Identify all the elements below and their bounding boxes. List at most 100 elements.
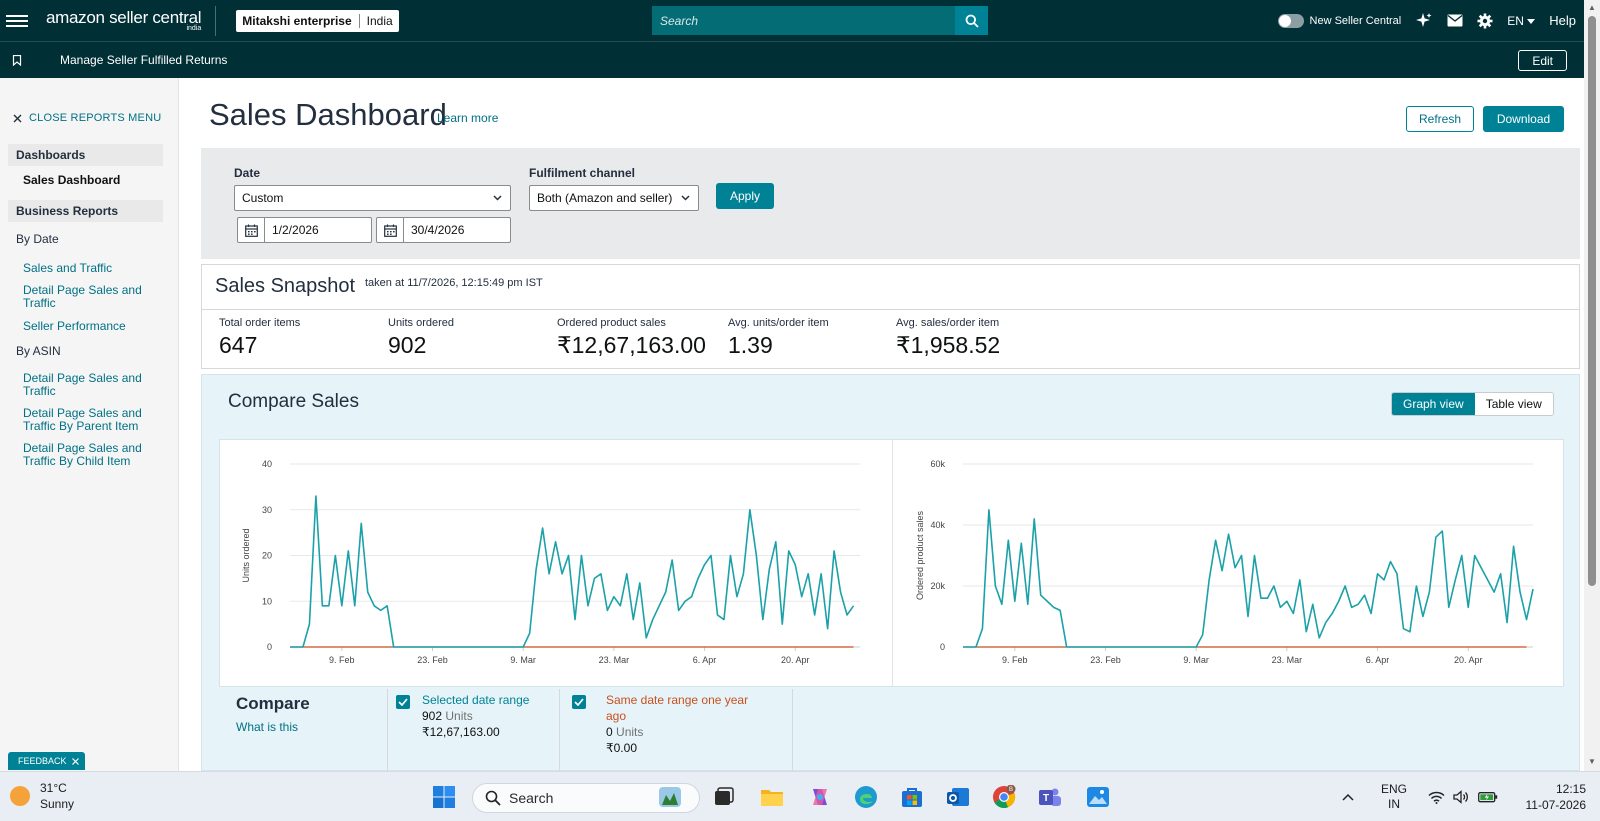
sidebar-item-sales-and-traffic[interactable]: Sales and Traffic (23, 262, 163, 275)
metric-label: Ordered product sales (557, 317, 666, 329)
x-tick-label: 20. Apr (1454, 655, 1483, 665)
taskbar-search-label: Search (509, 790, 554, 806)
outlook-icon[interactable] (946, 785, 970, 809)
battery-charging-icon[interactable] (1478, 791, 1498, 803)
menu-icon[interactable] (6, 14, 28, 27)
selected-range-checkbox[interactable] (396, 695, 410, 709)
search-icon (485, 790, 501, 806)
filter-panel: Date Custom 1/2/2026 30/4/2026 Fulfilmen… (201, 148, 1580, 259)
search-highlight-icon[interactable] (658, 785, 682, 809)
compare-legend: Compare What is this Selected date range… (202, 689, 1579, 772)
edit-bookmarks-button[interactable]: Edit (1518, 50, 1567, 71)
sidebar-item-asin-detail-page[interactable]: Detail Page Sales and Traffic (23, 372, 163, 398)
metric-label: Units ordered (388, 317, 455, 329)
sparkle-icon[interactable] (1415, 12, 1433, 30)
nav-right-group: New Seller Central EN Help (1277, 0, 1576, 41)
sidebar-item-seller-performance[interactable]: Seller Performance (23, 320, 163, 333)
mail-icon[interactable] (1447, 14, 1463, 27)
manage-returns-link[interactable]: Manage Seller Fulfilled Returns (60, 53, 227, 67)
end-date-input[interactable]: 30/4/2026 (376, 217, 511, 243)
store-switcher[interactable]: Mitakshi enterprise India (236, 9, 399, 32)
feedback-button[interactable]: FEEDBACK (8, 752, 85, 770)
selected-range-sales: ₹12,67,163.00 (422, 725, 500, 739)
teams-icon[interactable]: T (1038, 785, 1062, 809)
x-tick-label: 23. Feb (417, 655, 448, 665)
x-tick-label: 20. Apr (781, 655, 810, 665)
volume-icon[interactable] (1453, 790, 1470, 804)
graph-view-button[interactable]: Graph view (1392, 393, 1475, 415)
edge-browser-icon[interactable] (854, 785, 878, 809)
bookmark-icon[interactable] (12, 54, 22, 66)
metric-label: Total order items (219, 317, 301, 329)
windows-start-icon[interactable] (432, 785, 456, 809)
calendar-icon[interactable] (238, 218, 265, 242)
prior-year-summary: Same date range one year ago 0 Units ₹0.… (606, 692, 756, 756)
copilot-icon[interactable] (808, 785, 832, 809)
wifi-icon[interactable] (1428, 791, 1445, 804)
view-toggle: Graph view Table view (1391, 392, 1554, 416)
metric-avg-units-per-order: Avg. units/order item 1.39 (728, 317, 829, 359)
photos-icon[interactable] (1086, 785, 1110, 809)
sidebar-item-asin-by-child[interactable]: Detail Page Sales and Traffic By Child I… (23, 442, 163, 468)
x-tick-label: 23. Feb (1090, 655, 1121, 665)
sidebar-item-sales-dashboard[interactable]: Sales Dashboard (23, 173, 120, 187)
table-view-button[interactable]: Table view (1475, 393, 1553, 415)
scroll-down-icon[interactable]: ▼ (1588, 757, 1596, 766)
new-seller-central-toggle[interactable]: New Seller Central (1277, 13, 1401, 28)
fulfilment-channel-value: Both (Amazon and seller) (537, 191, 673, 205)
search-icon (965, 14, 979, 28)
page-scrollbar[interactable]: ▲ ▼ (1584, 0, 1600, 771)
scroll-up-icon[interactable]: ▲ (1588, 3, 1596, 12)
metric-units-ordered: Units ordered 902 (388, 317, 454, 359)
selected-units-value: 902 (422, 709, 443, 723)
feedback-label: FEEDBACK (18, 756, 67, 766)
learn-more-link[interactable]: Learn more (437, 111, 498, 125)
close-icon[interactable] (71, 757, 79, 765)
metric-value: ₹12,67,163.00 (557, 332, 706, 358)
snapshot-title: Sales Snapshot (215, 275, 356, 297)
fulfilment-channel-select[interactable]: Both (Amazon and seller) (529, 185, 699, 211)
language-code: EN (1507, 13, 1524, 28)
start-date-input[interactable]: 1/2/2026 (237, 217, 372, 243)
file-explorer-icon[interactable] (760, 785, 784, 809)
sidebar-item-detail-page-sales-traffic[interactable]: Detail Page Sales and Traffic (23, 284, 163, 310)
close-reports-menu-button[interactable]: CLOSE REPORTS MENU (13, 112, 161, 124)
date-range-select[interactable]: Custom (234, 185, 511, 211)
refresh-button[interactable]: Refresh (1406, 106, 1474, 132)
toggle-switch (1277, 13, 1304, 28)
sidebar-item-asin-by-parent[interactable]: Detail Page Sales and Traffic By Parent … (23, 407, 163, 433)
microsoft-store-icon[interactable] (900, 785, 924, 809)
language-selector[interactable]: EN (1507, 13, 1536, 28)
close-icon (13, 114, 22, 122)
metric-value: ₹1,958.52 (896, 332, 1001, 358)
sun-icon (10, 786, 30, 806)
prior-year-units: 0 Units (606, 724, 756, 740)
y-axis-title: Units ordered (241, 528, 251, 582)
apply-button[interactable]: Apply (716, 183, 774, 209)
by-asin-label: By ASIN (16, 344, 61, 358)
chevron-up-icon[interactable] (1342, 793, 1354, 801)
help-link[interactable]: Help (1549, 13, 1576, 28)
prior-year-checkbox[interactable] (572, 695, 586, 709)
weather-widget[interactable]: 31°C Sunny (10, 780, 74, 812)
language-top: ENG (1381, 782, 1408, 796)
system-clock[interactable]: 12:15 11-07-2026 (1526, 781, 1587, 813)
seller-central-logo[interactable]: amazon seller central india (46, 5, 217, 36)
x-tick-label: 9. Feb (329, 655, 355, 665)
by-date-label: By Date (16, 232, 59, 246)
gear-icon[interactable] (1477, 13, 1493, 29)
task-view-icon[interactable] (712, 785, 736, 809)
what-is-this-link[interactable]: What is this (236, 720, 298, 734)
search-button[interactable] (955, 6, 988, 35)
calendar-icon[interactable] (377, 218, 404, 242)
compare-heading: Compare (236, 694, 310, 713)
download-button[interactable]: Download (1483, 106, 1564, 132)
input-language-indicator[interactable]: ENG IN (1381, 772, 1407, 821)
units-ordered-chart: 0 10 20 30 40 9. Feb 23. Feb 9. Mar 23. Mar 6. Ap… (241, 459, 860, 665)
sales-snapshot-panel: Sales Snapshot taken at 11/7/2026, 12:15… (201, 264, 1580, 369)
logo-subtext: india (186, 25, 202, 32)
metric-ordered-product-sales: Ordered product sales ₹12,67,163.00 (557, 317, 706, 359)
chrome-icon[interactable]: B (992, 785, 1016, 809)
scrollbar-thumb[interactable] (1588, 16, 1596, 586)
search-input[interactable] (652, 6, 955, 35)
